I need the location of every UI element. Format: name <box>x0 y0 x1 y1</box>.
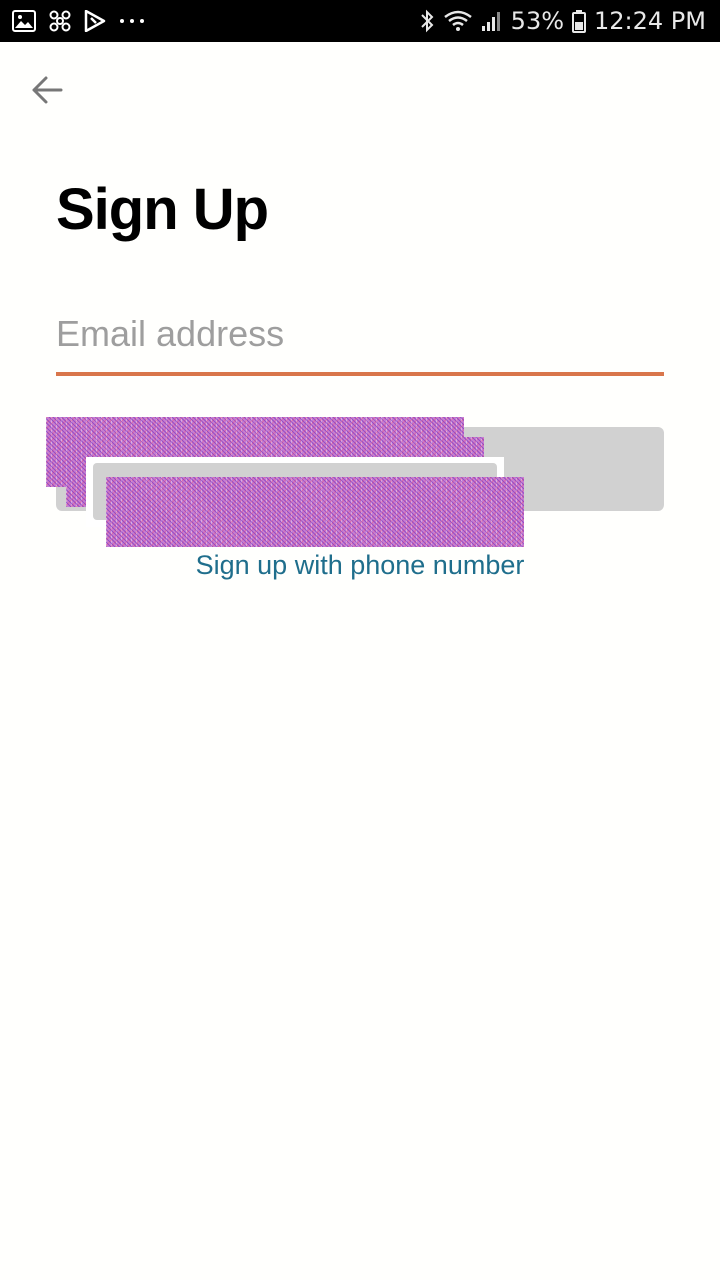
email-field[interactable] <box>56 300 664 376</box>
wifi-icon <box>443 9 473 33</box>
redaction-block <box>106 477 524 547</box>
battery-icon <box>572 9 587 33</box>
gallery-icon <box>12 10 36 32</box>
battery-percent: 53% <box>510 7 565 35</box>
email-input[interactable] <box>56 306 664 362</box>
fan-icon <box>48 9 72 33</box>
bluetooth-icon <box>419 9 435 33</box>
status-bar: 53% 12:24 PM <box>0 0 720 42</box>
clock: 12:24 PM <box>594 7 706 35</box>
notification-icons <box>12 0 146 42</box>
more-dots-icon <box>118 17 146 25</box>
play-store-icon <box>84 10 106 32</box>
system-status: 53% 12:24 PM <box>419 0 706 42</box>
signal-icon <box>481 10 503 32</box>
signup-with-phone-link[interactable]: Sign up with phone number <box>0 550 720 581</box>
arrow-left-icon <box>31 75 63 110</box>
page-title: Sign Up <box>56 177 269 242</box>
back-button[interactable] <box>22 68 72 116</box>
